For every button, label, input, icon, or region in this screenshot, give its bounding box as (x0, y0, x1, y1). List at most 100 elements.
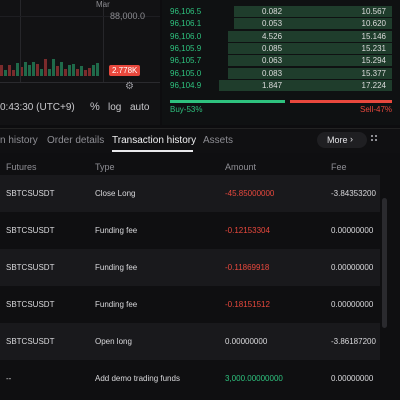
column-header-type: Type (95, 162, 115, 172)
volume-bar (16, 63, 19, 76)
orderbook-qty: 1.847 (262, 80, 283, 90)
log-toggle[interactable]: log (108, 102, 121, 113)
table-scrollbar[interactable] (381, 153, 389, 400)
volume-bar (68, 65, 71, 76)
volume-bar (64, 68, 67, 76)
volume-bar (92, 64, 95, 76)
volume-bar (0, 64, 3, 76)
current-value-badge: 2.778K (109, 65, 141, 76)
tab-assets[interactable]: Assets (203, 135, 233, 146)
sell-ratio-label: Sell-47% (359, 105, 392, 114)
buy-ratio-label: Buy-53% (170, 105, 203, 114)
orderbook-row[interactable]: 96,104.9 1.847 17.224 (170, 79, 392, 91)
cell-fee: 0.00000000 (331, 300, 374, 309)
cell-amount: 3,000.00000000 (225, 374, 283, 383)
grid-icon[interactable] (371, 135, 380, 144)
more-button[interactable]: More › (317, 132, 367, 148)
tab-order-details[interactable]: Order details (47, 135, 104, 146)
scroll-thumb[interactable] (382, 198, 387, 328)
table-row[interactable]: SBTCSUSDT Close Long -45.85000000 -3.843532… (0, 175, 380, 212)
cell-amount: -0.11869918 (225, 263, 270, 272)
orderbook-row[interactable]: 96,105.9 0.085 15.231 (170, 42, 392, 54)
table-row[interactable]: SBTCSUSDT Funding fee -0.11869918 0.0000000… (0, 249, 380, 286)
percent-toggle[interactable]: % (90, 101, 100, 113)
cell-futures: SBTCSUSDT (6, 337, 55, 346)
cell-amount: -0.18151512 (225, 300, 270, 309)
cell-futures: -- (6, 374, 12, 383)
more-label: More (327, 135, 348, 145)
orderbook-price: 96,105.0 (170, 68, 202, 78)
table-row[interactable]: -- Add demo trading funds 3,000.00000000 0.… (0, 360, 380, 397)
cell-type: Add demo trading funds (95, 374, 180, 383)
orderbook-price: 96,105.9 (170, 43, 202, 53)
orderbook-row[interactable]: 96,106.1 0.053 10.620 (170, 18, 392, 30)
auto-toggle[interactable]: auto (130, 102, 149, 113)
column-header-fee: Fee (331, 162, 347, 172)
orderbook-row[interactable]: 96,106.5 0.082 10.567 (170, 6, 392, 17)
grid-line (103, 0, 104, 82)
volume-bar (56, 65, 59, 76)
orderbook-total: 15.146 (361, 31, 386, 41)
volume-bar (32, 62, 35, 76)
orderbook-price: 96,106.0 (170, 31, 202, 41)
orderbook-total: 10.567 (361, 7, 386, 16)
cell-type: Funding fee (95, 263, 138, 272)
chevron-right-icon: › (350, 134, 353, 144)
volume-bar (84, 69, 87, 76)
volume-bar (88, 67, 91, 76)
orderbook-qty: 0.082 (262, 7, 283, 16)
volume-bars (0, 0, 105, 80)
chart-time: 0:43:30 (UTC+9) (0, 102, 75, 113)
volume-bar (48, 69, 51, 76)
cell-amount: 0.00000000 (225, 337, 268, 346)
column-header-amount: Amount (225, 162, 257, 172)
orderbook-row[interactable]: 96,105.0 0.083 15.377 (170, 67, 392, 79)
volume-bar (80, 66, 83, 76)
volume-bar (44, 58, 47, 76)
orderbook-qty: 0.083 (262, 68, 283, 78)
settings-icon[interactable]: ⚙ (125, 81, 134, 92)
volume-bar (60, 62, 63, 76)
tab-transaction-history[interactable]: Transaction history (112, 135, 196, 146)
orderbook-price: 96,106.1 (170, 19, 202, 29)
orderbook-row[interactable]: 96,106.0 4.526 15.146 (170, 30, 392, 42)
cell-type: Open long (95, 337, 132, 346)
table-row[interactable]: SBTCSUSDT Open long 0.00000000 -3.86187200 (0, 323, 380, 360)
volume-bar (96, 63, 99, 76)
orderbook-qty: 0.085 (262, 43, 283, 53)
cell-amount: -45.85000000 (225, 189, 275, 198)
volume-bar (76, 69, 79, 76)
orderbook-total: 15.294 (361, 56, 386, 66)
orderbook-row[interactable]: 96,105.7 0.063 15.294 (170, 55, 392, 67)
cell-futures: SBTCSUSDT (6, 263, 55, 272)
volume-bar (72, 63, 75, 76)
history-tabs: n history Order details Transaction hist… (0, 128, 400, 153)
table-row[interactable]: SBTCSUSDT Funding fee -0.12153304 0.0000000… (0, 212, 380, 249)
orderbook-price: 96,106.5 (170, 7, 202, 16)
cell-fee: -3.84353200 (331, 189, 376, 198)
price-chart[interactable]: Mar 88,000.0 2.778K ⚙ 0:43:30 (UTC+9) % … (0, 0, 160, 125)
price-axis-label: 88,000.0 (110, 11, 146, 21)
volume-bar (24, 62, 27, 76)
orderbook-qty: 0.063 (262, 56, 283, 66)
tab-position-history[interactable]: n history (0, 135, 38, 146)
orderbook-price: 96,104.9 (170, 80, 202, 90)
axis-line (0, 82, 160, 83)
orderbook-qty: 4.526 (262, 31, 283, 41)
cell-futures: SBTCSUSDT (6, 300, 55, 309)
cell-futures: SBTCSUSDT (6, 226, 55, 235)
volume-bar (40, 68, 43, 76)
sell-ratio-fill (289, 100, 392, 103)
orderbook-price: 96,105.7 (170, 56, 202, 66)
orderbook-total: 15.231 (361, 43, 386, 53)
cell-fee: 0.00000000 (331, 226, 374, 235)
cell-fee: 0.00000000 (331, 263, 374, 272)
volume-bar (4, 69, 7, 76)
transaction-table: Futures Type Amount Fee SBTCSUSDT Close L… (0, 153, 400, 400)
volume-bar (8, 65, 11, 76)
table-row[interactable]: SBTCSUSDT Funding fee -0.18151512 0.0000000… (0, 286, 380, 323)
cell-type: Close Long (95, 189, 136, 198)
cell-amount: -0.12153304 (225, 226, 270, 235)
month-label: Mar (96, 0, 110, 9)
buy-sell-ratio-bar (170, 100, 392, 103)
